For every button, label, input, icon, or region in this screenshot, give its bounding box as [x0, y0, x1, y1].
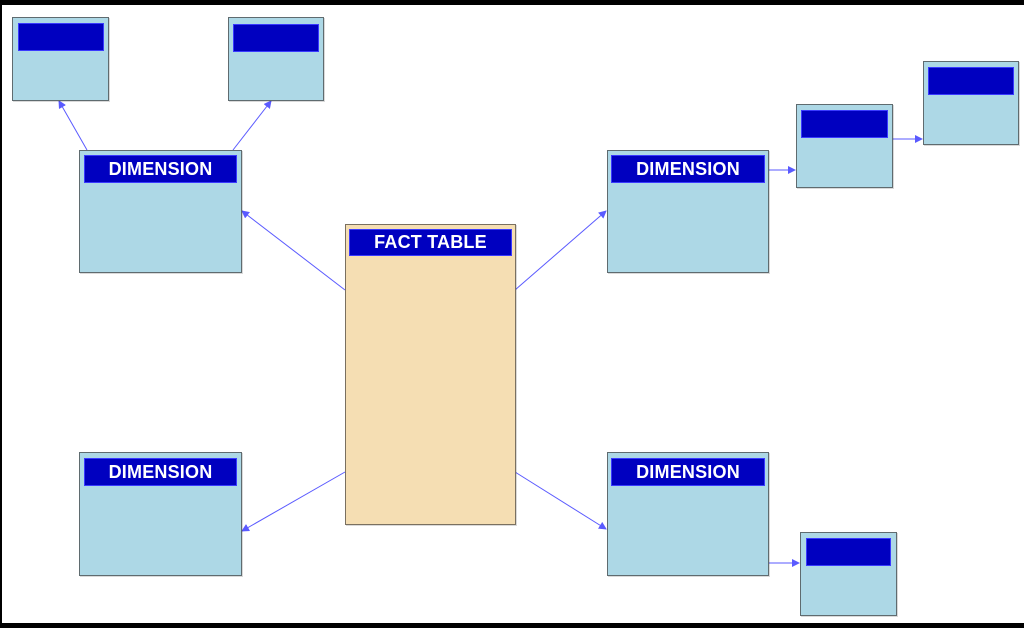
fact-table-box[interactable]: FACT TABLE	[345, 224, 516, 525]
sub-dimension-header	[801, 110, 888, 138]
sub-dimension-header	[806, 538, 891, 566]
sub-dimension-box-top-left-2[interactable]	[228, 17, 324, 101]
dimension-header: DIMENSION	[84, 155, 237, 183]
dimension-box-bottom-left[interactable]: DIMENSION	[79, 452, 242, 576]
sub-dimension-header	[233, 24, 319, 52]
dimension-header: DIMENSION	[611, 155, 765, 183]
sub-dimension-box-top-right-2[interactable]	[923, 61, 1019, 145]
sub-dimension-box-bottom-right-1[interactable]	[800, 532, 897, 616]
sub-dimension-box-top-right-1[interactable]	[796, 104, 893, 188]
fact-table-header: FACT TABLE	[349, 229, 512, 256]
dimension-box-top-right[interactable]: DIMENSION	[607, 150, 769, 273]
fact-table-title: FACT TABLE	[374, 232, 487, 252]
dimension-header: DIMENSION	[84, 458, 237, 486]
dimension-title: DIMENSION	[108, 158, 213, 179]
dimension-title: DIMENSION	[636, 461, 740, 482]
sub-dimension-header	[18, 23, 104, 51]
dimension-box-top-left[interactable]: DIMENSION	[79, 150, 242, 273]
dimension-box-bottom-right[interactable]: DIMENSION	[607, 452, 769, 576]
sub-dimension-box-top-left-1[interactable]	[12, 17, 109, 101]
dimension-title: DIMENSION	[108, 461, 213, 482]
dimension-header: DIMENSION	[611, 458, 765, 486]
dimension-title: DIMENSION	[636, 158, 740, 179]
sub-dimension-header	[928, 67, 1014, 95]
